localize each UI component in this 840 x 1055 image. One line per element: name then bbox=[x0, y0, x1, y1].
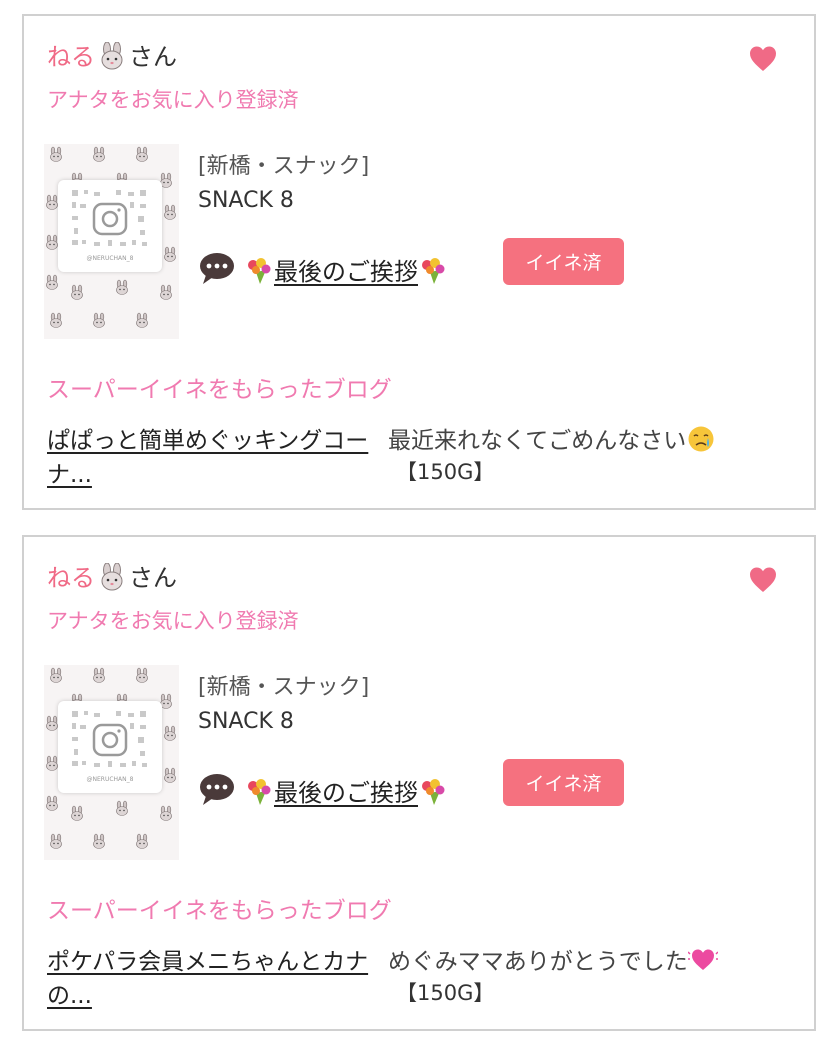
profile-thumbnail[interactable]: @NERUCHAN_8 bbox=[44, 665, 179, 860]
bouquet-icon bbox=[248, 779, 271, 805]
comment-body: 最近来れなくてごめんなさい bbox=[388, 428, 687, 454]
favorite-status: アナタをお気に入り登録済 bbox=[47, 609, 299, 633]
bouquet-icon bbox=[248, 258, 271, 284]
shop-name: SNACK 8 bbox=[198, 709, 294, 734]
speech-bubble-icon bbox=[200, 774, 234, 805]
user-name[interactable]: ねる さん bbox=[47, 42, 177, 72]
comment-text: めぐみママありがとうでした bbox=[388, 945, 808, 979]
svg-text:@NERUCHAN_8: @NERUCHAN_8 bbox=[87, 255, 134, 262]
reward-amount: 【150G】 bbox=[396, 981, 495, 1005]
profile-thumbnail[interactable]: @NERUCHAN_8 bbox=[44, 144, 179, 339]
qr-code: @NERUCHAN_8 bbox=[58, 701, 162, 793]
super-like-blog-link[interactable]: ぱぱっと簡単めぐッキングコーナ... bbox=[47, 424, 387, 492]
heart-icon bbox=[687, 949, 718, 970]
comment-body: めぐみママありがとうでした bbox=[388, 949, 688, 975]
super-like-heading: スーパーイイネをもらったブログ bbox=[47, 898, 392, 924]
like-done-button[interactable]: イイネ済 bbox=[503, 759, 624, 806]
user-name[interactable]: ねる さん bbox=[47, 563, 177, 593]
speech-bubble-icon bbox=[200, 253, 234, 284]
bouquet-icon bbox=[422, 258, 445, 284]
user-card-2: ねる さん アナタをお気に入り登録済 @NERUCHAN_8 [新橋・スナック]… bbox=[22, 535, 816, 1031]
user-name-label: ねる bbox=[47, 564, 95, 592]
shop-category: [新橋・スナック] bbox=[198, 154, 370, 179]
user-name-suffix: さん bbox=[129, 43, 177, 71]
like-done-button[interactable]: イイネ済 bbox=[503, 238, 624, 285]
qr-code: @NERUCHAN_8 bbox=[58, 180, 162, 272]
favorite-status: アナタをお気に入り登録済 bbox=[47, 88, 299, 112]
svg-text:@NERUCHAN_8: @NERUCHAN_8 bbox=[87, 776, 134, 783]
super-like-heading: スーパーイイネをもらったブログ bbox=[47, 377, 392, 403]
rabbit-face-icon bbox=[101, 42, 123, 70]
reward-amount: 【150G】 bbox=[396, 460, 495, 484]
shop-name: SNACK 8 bbox=[198, 188, 294, 213]
blog-title-text: 最後のご挨拶 bbox=[274, 258, 418, 286]
blog-title-link[interactable]: 最後のご挨拶 bbox=[244, 773, 448, 808]
shop-category: [新橋・スナック] bbox=[198, 675, 370, 700]
blog-title-text: 最後のご挨拶 bbox=[274, 779, 418, 807]
favorite-heart-icon[interactable] bbox=[748, 44, 778, 74]
user-name-suffix: さん bbox=[129, 564, 177, 592]
user-name-label: ねる bbox=[47, 43, 95, 71]
user-card-1: ねる さん アナタをお気に入り登録済 @NERUCHAN_8 [新橋・スナック]… bbox=[22, 14, 816, 510]
rabbit-face-icon bbox=[101, 563, 123, 591]
comment-text: 最近来れなくてごめんなさい bbox=[388, 424, 808, 458]
blog-title-link[interactable]: 最後のご挨拶 bbox=[244, 252, 448, 287]
crying-face-icon bbox=[688, 426, 714, 452]
favorite-heart-icon[interactable] bbox=[748, 565, 778, 595]
bouquet-icon bbox=[422, 779, 445, 805]
super-like-blog-link[interactable]: ポケパラ会員メニちゃんとカナの... bbox=[47, 945, 387, 1013]
